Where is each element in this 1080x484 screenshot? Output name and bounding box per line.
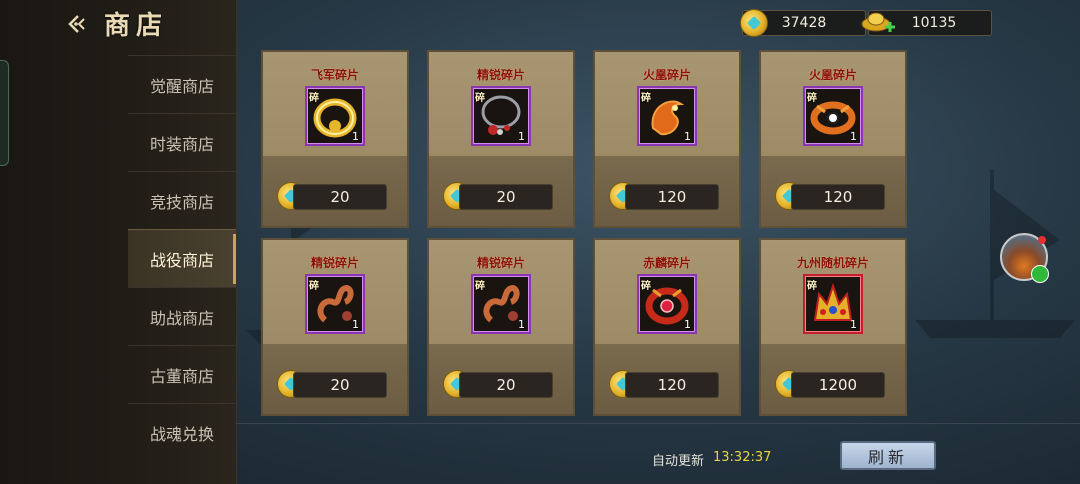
sidebar-item-awaken-shop[interactable]: 觉醒商店 <box>128 55 236 113</box>
price-box: 20 <box>459 184 553 210</box>
auto-refresh-time: 13:32:37 <box>713 450 772 465</box>
side-pull-tab[interactable] <box>0 60 9 166</box>
shop-item-card[interactable]: 火凰碎片 碎 1 120 <box>593 50 741 228</box>
auto-refresh-label: 自动更新 <box>652 454 705 469</box>
sidebar-item-antique-shop[interactable]: 古董商店 <box>128 345 236 403</box>
shop-item-card[interactable]: 飞军碎片 碎 1 20 <box>261 50 409 228</box>
back-arrow-icon[interactable] <box>62 10 90 38</box>
item-name: 精锐碎片 <box>476 256 525 270</box>
item-price: 120 <box>657 188 687 206</box>
item-count: 1 <box>352 130 359 143</box>
item-price: 20 <box>330 376 350 394</box>
price-box: 1200 <box>791 372 885 398</box>
shop-item-card[interactable]: 精锐碎片 碎 1 20 <box>261 238 409 416</box>
item-name: 赤麟碎片 <box>642 256 691 270</box>
price-box: 20 <box>293 372 387 398</box>
add-currency-icon[interactable] <box>884 21 896 33</box>
fragment-tag: 碎 <box>475 93 485 104</box>
coin-amount: 37428 <box>781 15 827 31</box>
item-slot: 碎 1 <box>471 86 531 146</box>
shop-item-card[interactable]: 火凰碎片 碎 1 120 <box>759 50 907 228</box>
price-box: 120 <box>791 184 885 210</box>
refresh-button[interactable]: 刷新 <box>840 441 936 470</box>
header: 商店 <box>0 0 236 52</box>
price-box: 20 <box>293 184 387 210</box>
sidebar-item-label: 战魂兑换 <box>149 424 214 444</box>
item-count: 1 <box>684 318 691 331</box>
sidebar-item-fashion-shop[interactable]: 时装商店 <box>128 113 236 171</box>
item-slot: 碎 1 <box>637 86 697 146</box>
item-slot: 碎 1 <box>305 274 365 334</box>
sidebar-item-arena-shop[interactable]: 竞技商店 <box>128 171 236 229</box>
page-title: 商店 <box>104 11 169 41</box>
fragment-tag: 碎 <box>807 93 817 104</box>
shop-item-card[interactable]: 九州随机碎片 碎 1 1200 <box>759 238 907 416</box>
item-name: 火凰碎片 <box>642 68 691 82</box>
fragment-tag: 碎 <box>641 93 651 104</box>
fragment-tag: 碎 <box>807 281 817 292</box>
item-count: 1 <box>518 318 525 331</box>
item-name: 九州随机碎片 <box>796 256 869 270</box>
item-count: 1 <box>352 318 359 331</box>
shop-item-card[interactable]: 精锐碎片 碎 1 20 <box>427 238 575 416</box>
item-name: 飞军碎片 <box>310 68 359 82</box>
fragment-tag: 碎 <box>309 93 319 104</box>
item-name: 火凰碎片 <box>808 68 857 82</box>
item-slot: 碎 1 <box>471 274 531 334</box>
fragment-tag: 碎 <box>475 281 485 292</box>
item-price: 20 <box>496 376 516 394</box>
sidebar-item-label: 时装商店 <box>149 134 214 154</box>
price-box: 20 <box>459 372 553 398</box>
item-price: 120 <box>657 376 687 394</box>
item-price: 20 <box>330 188 350 206</box>
ingot-amount: 10135 <box>911 15 957 31</box>
price-box: 120 <box>625 372 719 398</box>
chat-icon[interactable] <box>1031 265 1049 283</box>
coin-icon <box>740 9 768 37</box>
sidebar-item-label: 觉醒商店 <box>149 76 214 96</box>
price-box: 120 <box>625 184 719 210</box>
item-count: 1 <box>518 130 525 143</box>
item-slot: 碎 1 <box>803 274 863 334</box>
sidebar-item-label: 竞技商店 <box>149 192 214 212</box>
sidebar-item-campaign-shop[interactable]: 战役商店 <box>128 229 236 287</box>
item-count: 1 <box>850 318 857 331</box>
item-slot: 碎 1 <box>305 86 365 146</box>
shop-sidebar: 商店 觉醒商店 时装商店 竞技商店 战役商店 助战商店 古董商店 战魂兑换 <box>0 0 237 484</box>
fragment-tag: 碎 <box>641 281 651 292</box>
item-name: 精锐碎片 <box>476 68 525 82</box>
sidebar-item-soul-exchange[interactable]: 战魂兑换 <box>128 403 236 461</box>
sidebar-item-label: 助战商店 <box>149 308 214 328</box>
fragment-tag: 碎 <box>309 281 319 292</box>
item-price: 1200 <box>818 376 858 394</box>
item-count: 1 <box>684 130 691 143</box>
shop-item-card[interactable]: 精锐碎片 碎 1 20 <box>427 50 575 228</box>
notification-dot <box>1038 236 1046 244</box>
item-slot: 碎 1 <box>803 86 863 146</box>
shop-nav: 觉醒商店 时装商店 竞技商店 战役商店 助战商店 古董商店 战魂兑换 <box>128 55 236 461</box>
sidebar-item-label: 古董商店 <box>149 366 214 386</box>
item-count: 1 <box>850 130 857 143</box>
sidebar-item-label: 战役商店 <box>149 250 214 270</box>
item-slot: 碎 1 <box>637 274 697 334</box>
sidebar-item-support-shop[interactable]: 助战商店 <box>128 287 236 345</box>
item-name: 精锐碎片 <box>310 256 359 270</box>
item-price: 20 <box>496 188 516 206</box>
refresh-button-label: 刷新 <box>867 447 908 467</box>
item-price: 120 <box>823 188 853 206</box>
shop-item-card[interactable]: 赤麟碎片 碎 1 120 <box>593 238 741 416</box>
background-ship-right <box>915 170 1075 338</box>
footer-divider <box>236 423 1080 424</box>
